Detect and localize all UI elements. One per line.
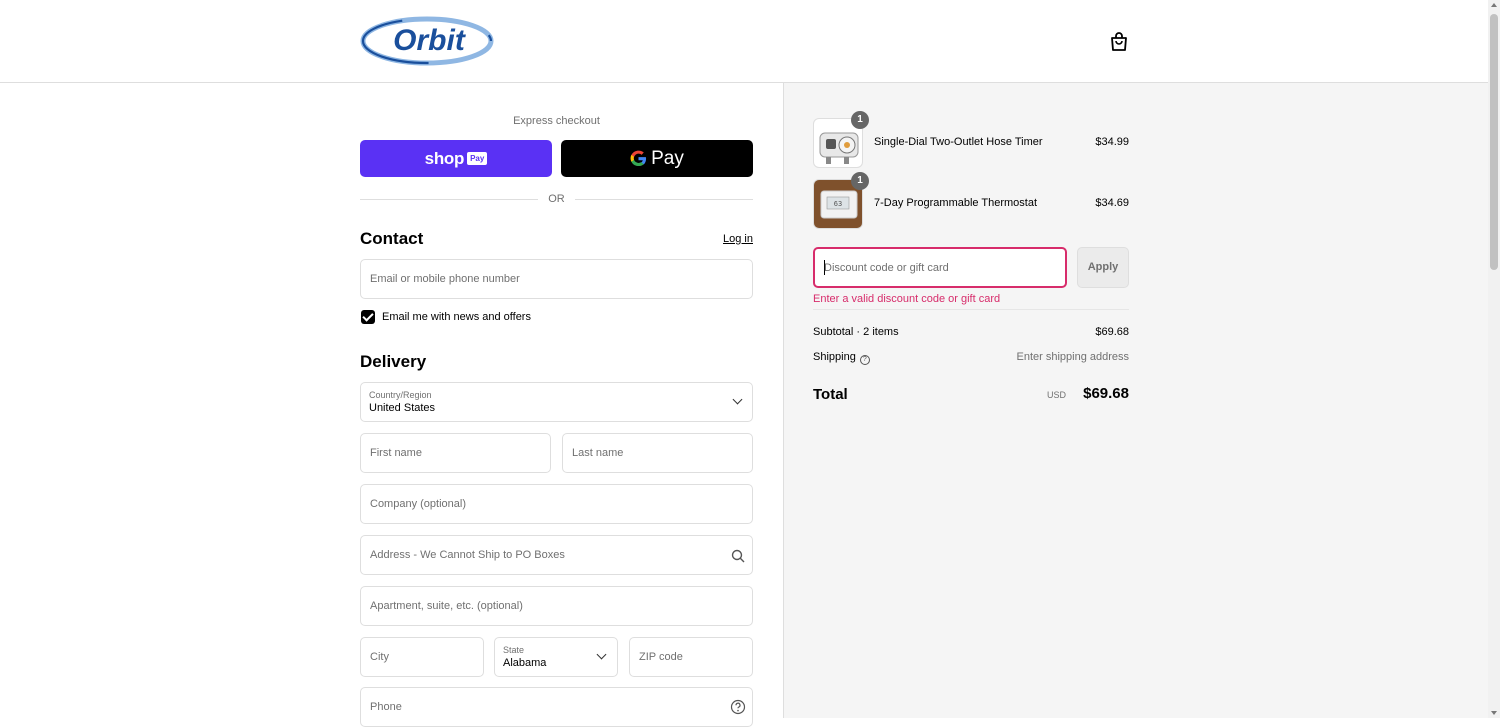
subtotal-label: Subtotal · 2 items [813,326,899,338]
phone-placeholder: Phone [370,701,402,713]
line-item: 63 1 7-Day Programmable Thermostat $34.6… [813,172,1129,229]
last-name-placeholder: Last name [572,447,624,459]
shop-pay-wordmark: shop [424,148,465,168]
google-pay-button[interactable]: Pay [561,140,753,177]
city-placeholder: City [370,651,389,663]
total-label: Total [813,386,848,403]
svg-text:63: 63 [834,200,842,208]
divider-line-right [575,199,753,200]
google-pay-text: Pay [651,147,684,169]
newsletter-checkbox[interactable] [361,310,375,324]
subtotal-row: Subtotal · 2 items $69.68 [813,326,1129,338]
line-item: 1 Single-Dial Two-Outlet Hose Timer $34.… [813,111,1129,168]
company-field[interactable]: Company (optional) [360,484,753,524]
total-value: $69.68 [1083,385,1129,402]
contact-title: Contact [360,229,424,248]
currency-code: USD [1046,390,1066,400]
discount-error-message: Enter a valid discount code or gift card [813,293,1001,305]
product-price: $34.99 [1095,136,1129,148]
country-value: United States [369,402,436,414]
shopping-bag-icon[interactable] [1108,30,1130,54]
page-scrollbar[interactable] [1488,0,1500,718]
quantity-badge: 1 [851,111,869,129]
scroll-down-arrow[interactable] [1491,711,1497,715]
summary-divider [813,309,1129,310]
newsletter-label: Email me with news and offers [382,311,531,323]
apply-discount-button[interactable]: Apply [1077,247,1129,288]
company-placeholder: Company (optional) [370,498,466,510]
country-select[interactable]: Country/Region United States [360,382,753,422]
phone-field[interactable]: Phone [360,687,753,727]
shipping-value: Enter shipping address [1016,351,1129,363]
shop-pay-badge: Pay [467,152,488,165]
site-header: Orbit [0,0,1488,83]
first-name-field[interactable]: First name [360,433,551,473]
chevron-down-icon [732,394,743,405]
apartment-field[interactable]: Apartment, suite, etc. (optional) [360,586,753,626]
state-label: State [503,645,525,655]
log-in-link[interactable]: Log in [700,233,753,245]
delivery-title: Delivery [360,352,427,371]
address-field[interactable]: Address - We Cannot Ship to PO Boxes [360,535,753,575]
shop-pay-button[interactable]: shop Pay [360,140,552,177]
discount-placeholder: Discount code or gift card [824,262,949,274]
total-row: Total USD $69.68 [813,385,1129,405]
shipping-label: Shipping [813,351,856,363]
first-name-placeholder: First name [370,447,422,459]
state-select[interactable]: State Alabama [494,637,618,677]
apartment-placeholder: Apartment, suite, etc. (optional) [370,600,523,612]
zip-code-field[interactable]: ZIP code [629,637,753,677]
express-checkout-label: Express checkout [513,115,600,127]
address-placeholder: Address - We Cannot Ship to PO Boxes [370,549,565,561]
shipping-row: Shipping? Enter shipping address [813,351,1129,365]
google-g-icon [630,150,647,167]
product-name: Single-Dial Two-Outlet Hose Timer [874,136,1043,148]
orbit-logo[interactable]: Orbit [359,14,495,68]
discount-code-input[interactable]: Discount code or gift card [813,247,1067,288]
email-placeholder: Email or mobile phone number [370,273,520,285]
help-circle-icon[interactable] [730,699,746,715]
subtotal-value: $69.68 [1095,326,1129,338]
state-value: Alabama [503,657,547,669]
product-price: $34.69 [1095,197,1129,209]
last-name-field[interactable]: Last name [562,433,753,473]
email-field[interactable]: Email or mobile phone number [360,259,753,299]
chevron-down-icon [596,649,607,660]
or-divider: OR [360,192,753,206]
help-circle-icon[interactable]: ? [859,355,870,365]
scrollbar-thumb[interactable] [1490,14,1498,270]
product-name: 7-Day Programmable Thermostat [874,197,1038,209]
logo-text: Orbit [393,24,467,57]
scroll-up-arrow[interactable] [1491,3,1497,7]
country-label: Country/Region [369,390,432,400]
zip-placeholder: ZIP code [639,651,683,663]
search-icon[interactable] [730,548,746,564]
city-field[interactable]: City [360,637,484,677]
quantity-badge: 1 [851,172,869,190]
